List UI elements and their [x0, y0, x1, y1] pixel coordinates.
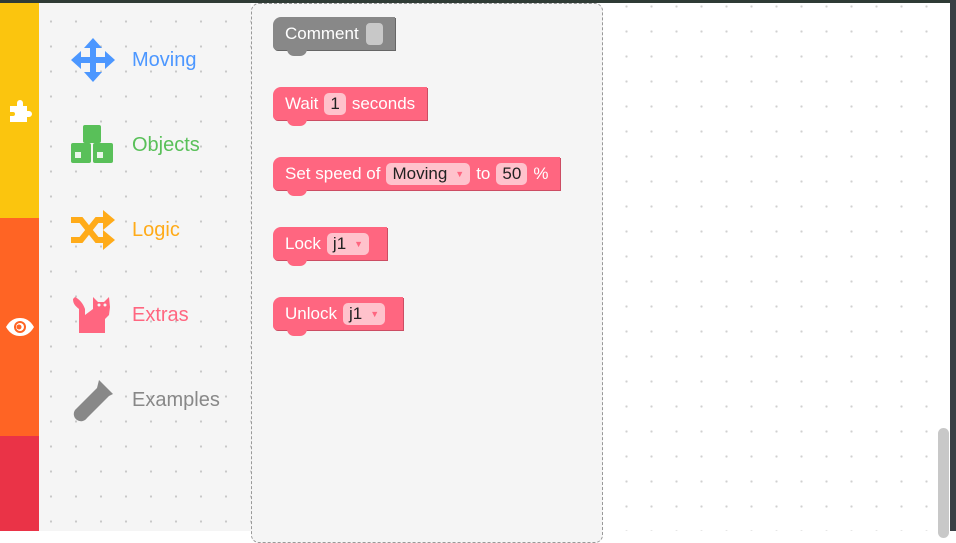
dropdown-arrow-icon: ▼ [455, 168, 465, 179]
block-label: seconds [351, 93, 416, 113]
category-label: Extras [132, 303, 189, 326]
dropdown-value: j1 [348, 303, 363, 323]
puzzle-icon [9, 99, 32, 122]
comment-input[interactable] [365, 22, 383, 45]
window-right-border [950, 0, 956, 531]
category-examples[interactable]: Examples [69, 376, 220, 424]
rail-tab-view[interactable] [0, 218, 39, 436]
rail-tab-other[interactable] [0, 436, 39, 531]
lock-block[interactable]: Lock j1 ▼ [273, 227, 388, 266]
category-logic[interactable]: Logic [69, 206, 180, 254]
test-tube-icon [73, 380, 113, 422]
move-arrows-icon [71, 38, 115, 82]
category-label: Moving [132, 48, 197, 71]
wait-block[interactable]: Wait 1 seconds [273, 87, 428, 126]
block-flyout: Comment Wait 1 seconds Set speed of Movi… [251, 3, 603, 543]
block-label: Comment [285, 23, 359, 43]
block-label: Lock [285, 233, 321, 253]
eye-icon [5, 318, 34, 336]
block-label: Set speed of [285, 163, 381, 183]
category-objects[interactable]: Objects [69, 121, 200, 169]
workspace-canvas[interactable] [603, 3, 950, 531]
category-rail [0, 3, 39, 531]
category-extras[interactable]: Extras [69, 291, 189, 339]
dropdown-arrow-icon: ▼ [354, 238, 364, 249]
wait-seconds-input[interactable]: 1 [324, 92, 346, 115]
lock-target-dropdown[interactable]: j1 ▼ [326, 232, 370, 255]
rail-tab-blocks[interactable] [0, 3, 39, 218]
unlock-block[interactable]: Unlock j1 ▼ [273, 297, 404, 336]
dropdown-value: Moving [392, 163, 448, 183]
speed-target-dropdown[interactable]: Moving ▼ [386, 162, 471, 185]
unlock-target-dropdown[interactable]: j1 ▼ [342, 302, 386, 325]
category-label: Objects [132, 133, 200, 156]
set-speed-block[interactable]: Set speed of Moving ▼ to 50 % [273, 157, 561, 196]
block-label: Wait [285, 93, 319, 113]
dropdown-value: j1 [332, 233, 347, 253]
cat-icon [73, 297, 110, 333]
shuffle-icon [71, 210, 115, 250]
category-sidebar: Moving Objects Logic Extras Examples [39, 3, 251, 531]
block-label: to [476, 163, 491, 183]
category-label: Examples [132, 388, 220, 411]
workspace-scrollbar[interactable] [938, 428, 949, 538]
comment-block[interactable]: Comment [273, 17, 395, 56]
category-label: Logic [132, 218, 180, 241]
block-label: % [533, 163, 549, 183]
speed-value-input[interactable]: 50 [496, 162, 528, 185]
category-moving[interactable]: Moving [69, 36, 196, 84]
dropdown-arrow-icon: ▼ [370, 308, 380, 319]
block-label: Unlock [285, 303, 337, 323]
cubes-icon [71, 125, 113, 163]
